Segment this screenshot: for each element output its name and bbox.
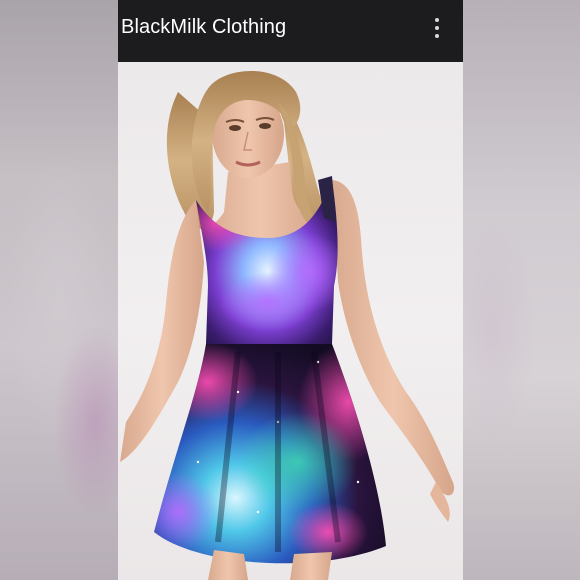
app-screen: BlackMilk Clothing [118,0,463,580]
more-vert-icon[interactable] [425,13,449,43]
product-photo [118,62,463,580]
app-bar: BlackMilk Clothing [118,0,463,62]
app-title: BlackMilk Clothing [121,16,287,38]
blurred-background-right [463,0,580,580]
model-in-galaxy-dress-image [120,70,455,580]
blurred-background-left [0,0,118,580]
